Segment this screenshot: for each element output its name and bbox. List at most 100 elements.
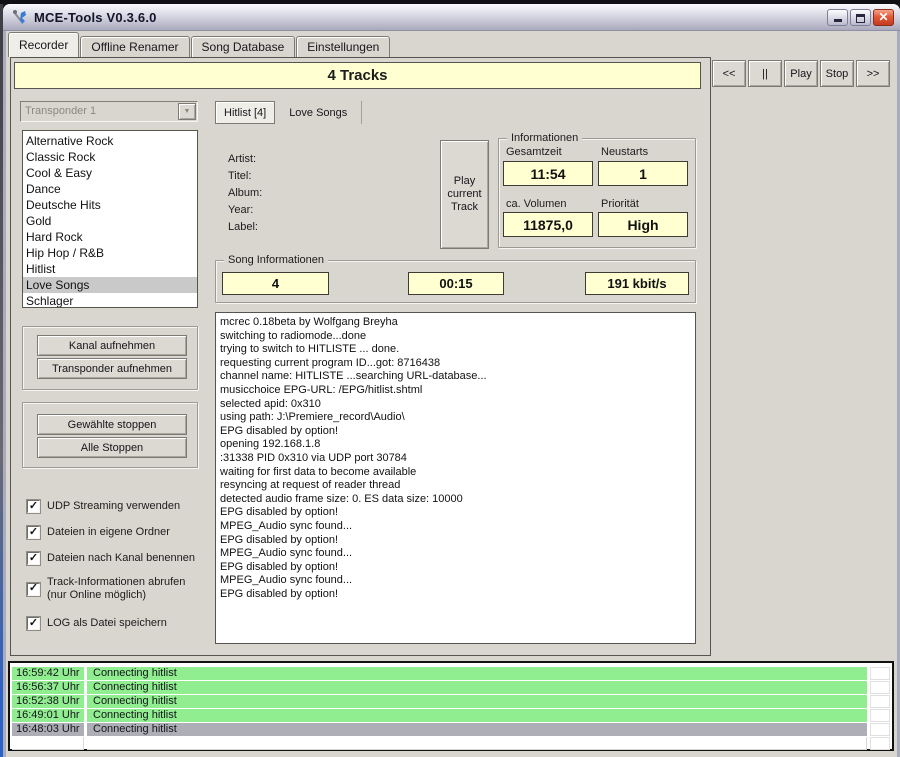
tab-offline-renamer[interactable]: Offline Renamer xyxy=(80,36,189,57)
dropdown-button[interactable]: ▼ xyxy=(178,103,196,120)
main-tabstrip: Recorder Offline Renamer Song Database E… xyxy=(8,32,391,57)
tab-song-database[interactable]: Song Database xyxy=(191,36,296,57)
list-item[interactable]: Classic Rock xyxy=(23,149,197,165)
stop-button[interactable]: Stop xyxy=(820,60,854,87)
song-track-number-value: 4 xyxy=(222,272,329,295)
status-time: 16:48:03 Uhr xyxy=(12,723,84,736)
check-icon: ✓ xyxy=(29,618,38,629)
play-button[interactable]: Play xyxy=(784,60,818,87)
check-icon: ✓ xyxy=(29,583,38,594)
titel-label: Titel: xyxy=(228,168,262,185)
status-row[interactable]: 16:49:01 Uhr Connecting hitlist xyxy=(12,709,890,722)
app-window: MCE-Tools V0.3.6.0 ✕ Recorder Offline Re… xyxy=(3,4,900,757)
close-icon: ✕ xyxy=(878,11,888,23)
status-message: Connecting hitlist xyxy=(87,667,867,680)
checkbox[interactable]: ✓ xyxy=(27,500,40,513)
transport-controls: << || Play Stop >> xyxy=(712,60,890,87)
checkbox-label: Dateien in eigene Ordner xyxy=(47,526,170,539)
list-item[interactable]: Dance xyxy=(23,181,197,197)
tab-recorder[interactable]: Recorder xyxy=(8,32,79,57)
list-item[interactable]: Gold xyxy=(23,213,197,229)
status-message: Connecting hitlist xyxy=(87,695,867,708)
track-count-header: 4 Tracks xyxy=(14,62,701,89)
tab-love-songs[interactable]: Love Songs xyxy=(281,101,362,124)
tab-hitlist[interactable]: Hitlist [4] xyxy=(215,101,275,124)
prioritaet-label: Priorität xyxy=(601,198,639,210)
status-message: Connecting hitlist xyxy=(87,723,867,736)
checkbox[interactable]: ✓ xyxy=(27,552,40,565)
pause-button[interactable]: || xyxy=(748,60,782,87)
gesamtzeit-label: Gesamtzeit xyxy=(506,146,562,158)
gesamtzeit-value: 11:54 xyxy=(503,161,593,186)
checkbox-label: LOG als Datei speichern xyxy=(47,617,167,630)
status-time: 16:56:37 Uhr xyxy=(12,681,84,694)
list-item[interactable]: Hard Rock xyxy=(23,229,197,245)
minimize-icon xyxy=(834,19,842,22)
status-extra-cell xyxy=(870,709,890,722)
album-label: Album: xyxy=(228,185,262,202)
status-message: Connecting hitlist xyxy=(87,709,867,722)
option-udp-streaming[interactable]: ✓ UDP Streaming verwenden xyxy=(27,500,180,513)
window-controls: ✕ xyxy=(827,9,894,26)
list-item[interactable]: Schlager xyxy=(23,293,197,308)
window-title: MCE-Tools V0.3.6.0 xyxy=(34,10,157,25)
list-item-selected[interactable]: Love Songs xyxy=(23,277,197,293)
app-icon xyxy=(12,9,29,26)
status-row[interactable]: 16:56:37 Uhr Connecting hitlist xyxy=(12,681,890,694)
list-item[interactable]: Hitlist xyxy=(23,261,197,277)
maximize-button[interactable] xyxy=(850,9,871,26)
option-fetch-track-info[interactable]: ✓ Track-Informationen abrufen (nur Onlin… xyxy=(27,576,185,602)
checkbox[interactable]: ✓ xyxy=(27,617,40,630)
previous-track-button[interactable]: << xyxy=(712,60,746,87)
checkbox[interactable]: ✓ xyxy=(27,526,40,539)
play-current-track-button[interactable]: Play current Track xyxy=(440,140,489,249)
checkbox[interactable]: ✓ xyxy=(27,583,40,596)
status-row[interactable]: 16:59:42 Uhr Connecting hitlist xyxy=(12,667,890,680)
check-icon: ✓ xyxy=(29,527,38,538)
status-time: 16:49:01 Uhr xyxy=(12,709,84,722)
year-label: Year: xyxy=(228,202,262,219)
informationen-group-title: Informationen xyxy=(507,132,582,144)
list-item[interactable]: Hip Hop / R&B xyxy=(23,245,197,261)
option-own-folders[interactable]: ✓ Dateien in eigene Ordner xyxy=(27,526,170,539)
volumen-label: ca. Volumen xyxy=(506,198,567,210)
list-item[interactable]: Alternative Rock xyxy=(23,133,197,149)
list-item[interactable]: Deutsche Hits xyxy=(23,197,197,213)
status-row-selected[interactable]: 16:48:03 Uhr Connecting hitlist xyxy=(12,723,890,736)
status-row-empty xyxy=(12,737,890,750)
check-icon: ✓ xyxy=(29,501,38,512)
channel-listbox[interactable]: Alternative Rock Classic Rock Cool & Eas… xyxy=(22,130,198,308)
volumen-value: 11875,0 xyxy=(503,212,593,237)
option-name-by-channel[interactable]: ✓ Dateien nach Kanal benennen xyxy=(27,552,195,565)
status-row[interactable]: 16:52:38 Uhr Connecting hitlist xyxy=(12,695,890,708)
record-channel-button[interactable]: Kanal aufnehmen xyxy=(37,335,187,356)
status-extra-cell xyxy=(870,695,890,708)
artist-label: Artist: xyxy=(228,151,262,168)
close-button[interactable]: ✕ xyxy=(873,9,894,26)
minimize-button[interactable] xyxy=(827,9,848,26)
stop-selected-button[interactable]: Gewählte stoppen xyxy=(37,414,187,435)
stop-actions-group xyxy=(22,402,198,468)
song-informationen-group-title: Song Informationen xyxy=(224,254,328,266)
record-transponder-button[interactable]: Transponder aufnehmen xyxy=(37,358,187,379)
next-track-button[interactable]: >> xyxy=(856,60,890,87)
transponder-value: Transponder 1 xyxy=(25,105,96,117)
transponder-select[interactable]: Transponder 1 ▼ xyxy=(20,101,198,122)
checkbox-label: Track-Informationen abrufen (nur Online … xyxy=(47,576,185,602)
option-save-log[interactable]: ✓ LOG als Datei speichern xyxy=(27,617,167,630)
list-item[interactable]: Cool & Easy xyxy=(23,165,197,181)
tab-einstellungen[interactable]: Einstellungen xyxy=(296,36,390,57)
screen: MCE-Tools V0.3.6.0 ✕ Recorder Offline Re… xyxy=(0,0,900,757)
status-extra-cell xyxy=(870,667,890,680)
chevron-down-icon: ▼ xyxy=(184,108,191,115)
status-extra-cell xyxy=(870,723,890,736)
prioritaet-value: High xyxy=(598,212,688,237)
checkbox-label: UDP Streaming verwenden xyxy=(47,500,180,513)
status-time: 16:59:42 Uhr xyxy=(12,667,84,680)
recorder-log[interactable]: mcrec 0.18beta by Wolfgang Breyha switch… xyxy=(215,312,696,644)
checkbox-label: Dateien nach Kanal benennen xyxy=(47,552,195,565)
check-icon: ✓ xyxy=(29,553,38,564)
status-time: 16:52:38 Uhr xyxy=(12,695,84,708)
channel-tabs: Hitlist [4] Love Songs xyxy=(215,100,362,125)
stop-all-button[interactable]: Alle Stoppen xyxy=(37,437,187,458)
